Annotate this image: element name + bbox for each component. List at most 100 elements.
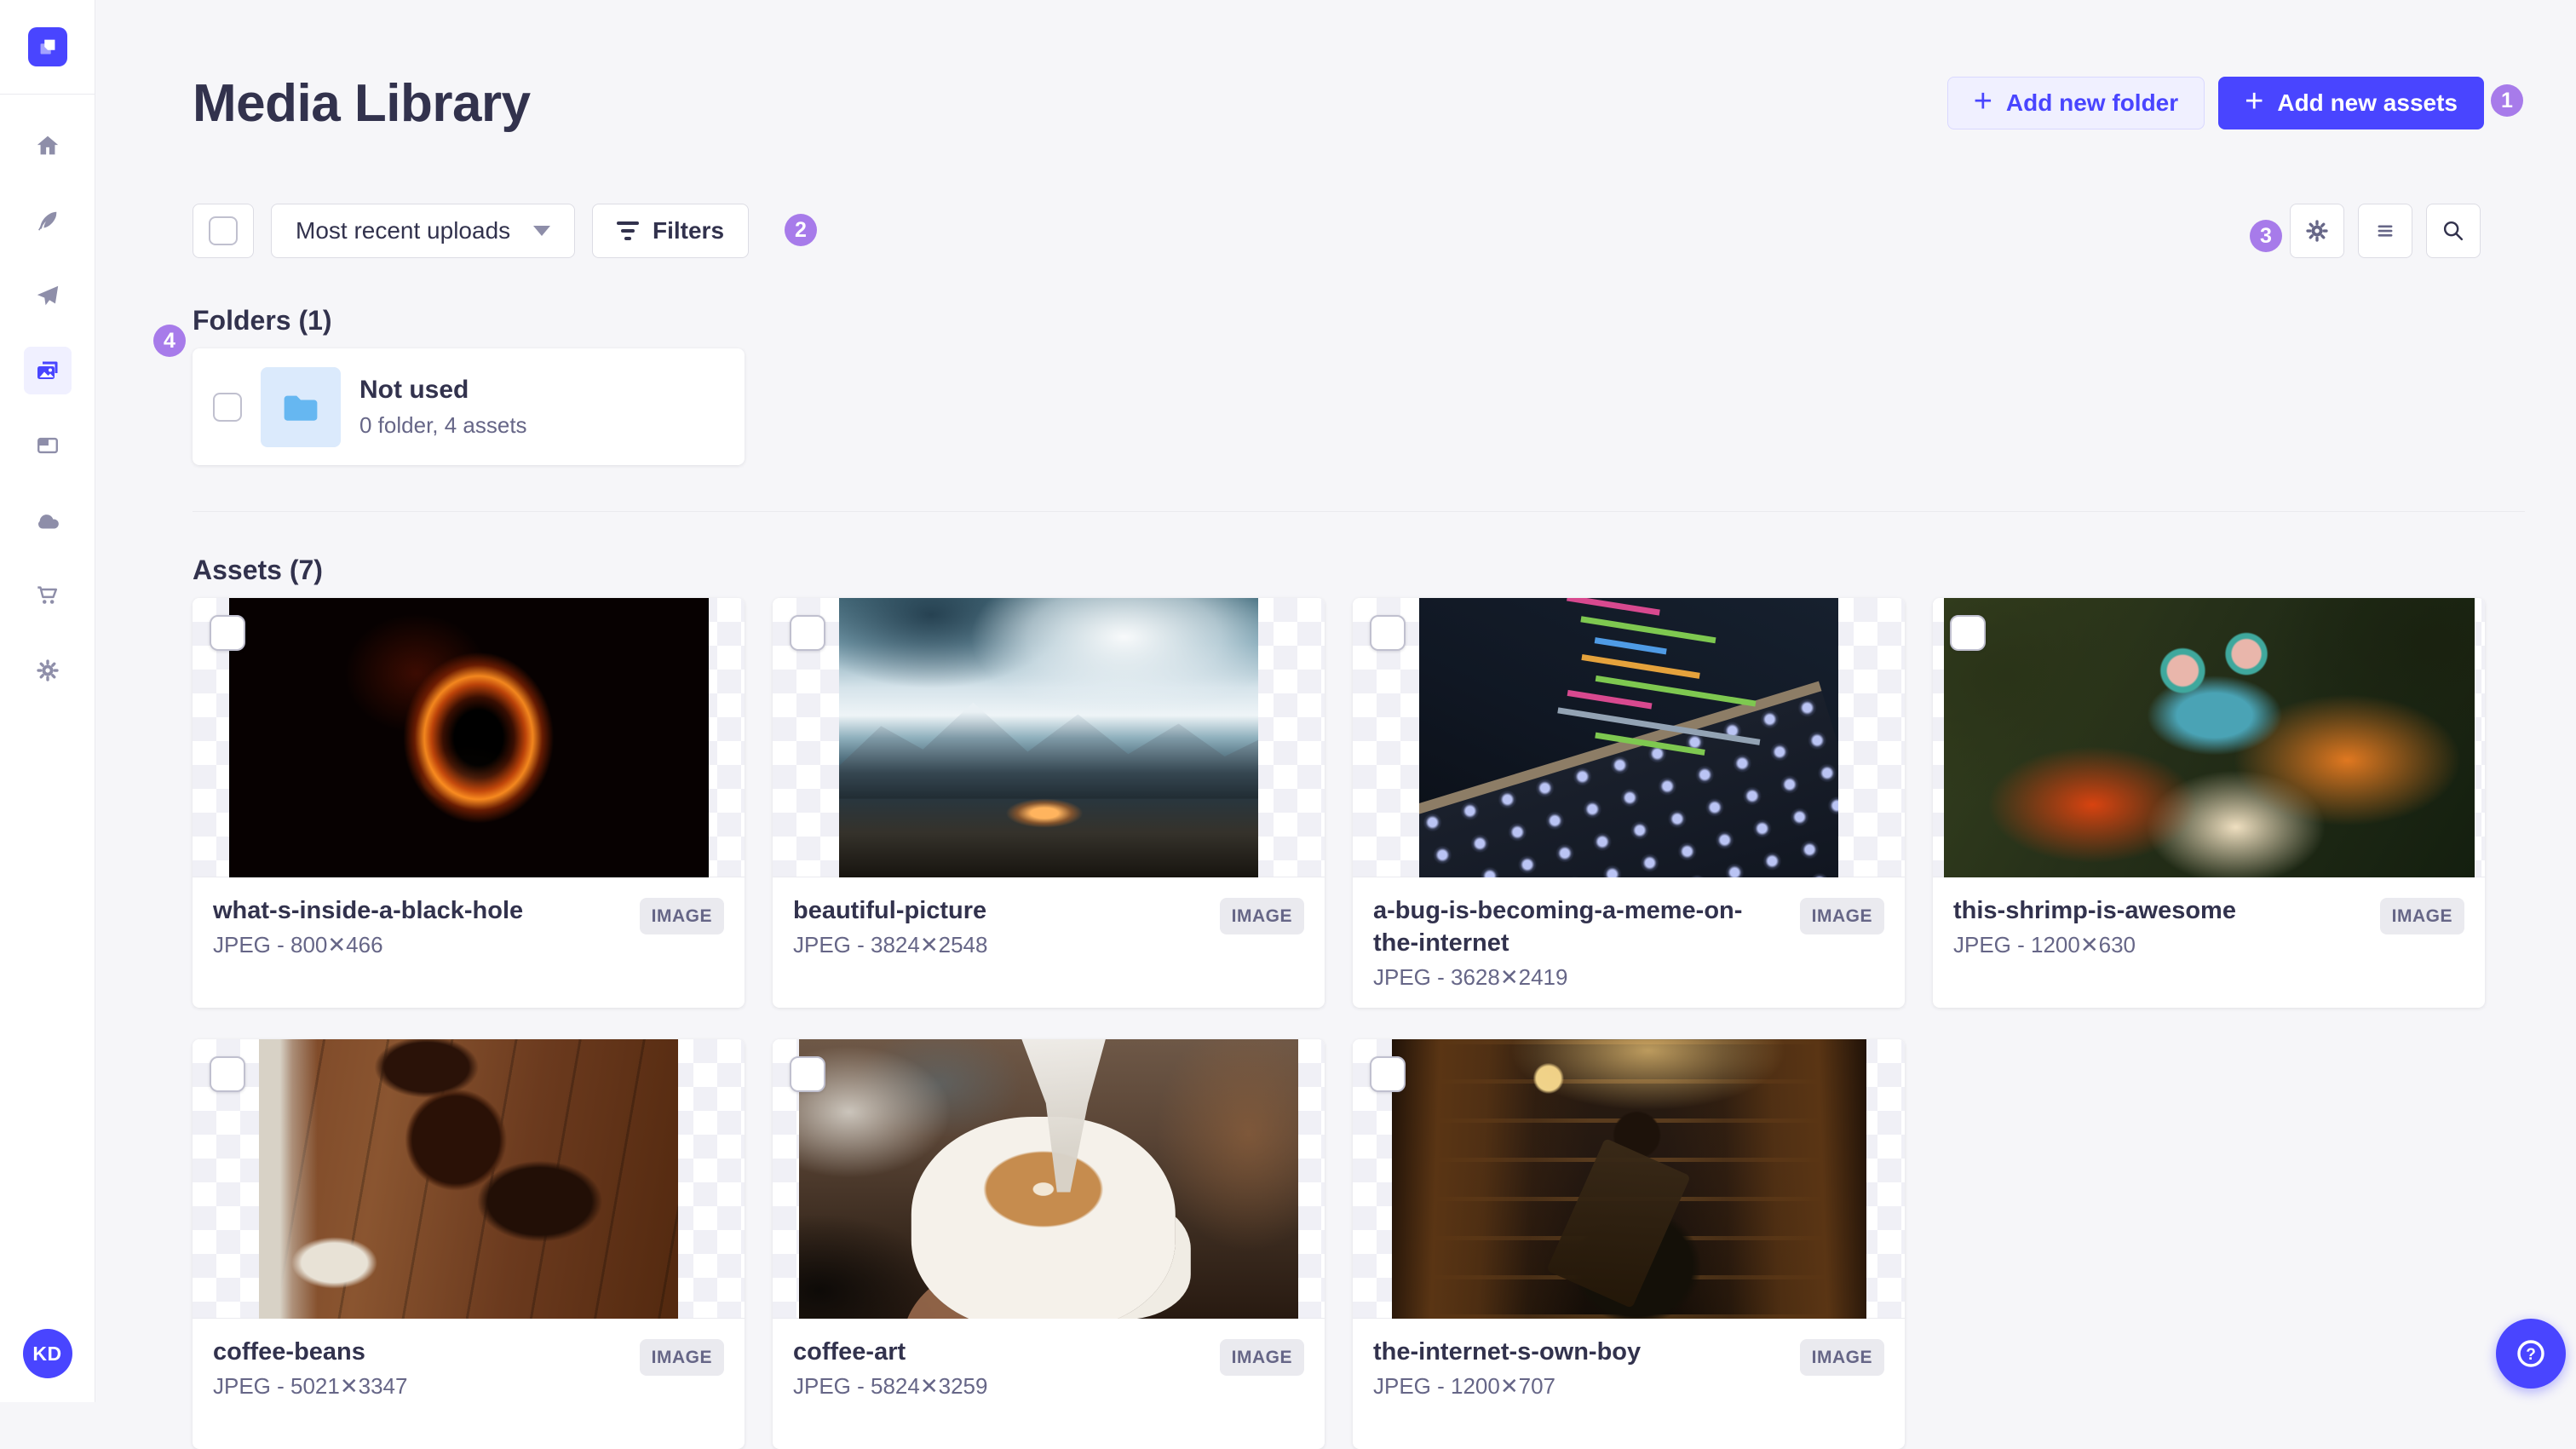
cart-icon xyxy=(37,586,57,604)
sidebar-divider xyxy=(0,94,95,95)
asset-image-latte xyxy=(799,1039,1298,1319)
app-logo[interactable] xyxy=(27,27,67,66)
annotation-step-4: 4 xyxy=(153,325,186,357)
asset-thumbnail xyxy=(1353,1039,1905,1319)
asset-meta: JPEG - 5021✕3347 xyxy=(213,1373,408,1399)
asset-texts: beautiful-picture JPEG - 3824✕2548 xyxy=(793,894,1220,957)
add-new-assets-label: Add new assets xyxy=(2277,89,2458,116)
asset-checkbox[interactable] xyxy=(1370,615,1406,651)
folder-icon xyxy=(284,395,318,421)
asset-image-laptop xyxy=(1419,598,1838,877)
asset-title: this-shrimp-is-awesome xyxy=(1953,897,2236,924)
add-new-folder-button[interactable]: + Add new folder xyxy=(1946,77,2205,129)
asset-title: a-bug-is-becoming-a-meme-on-the-internet xyxy=(1373,897,1743,957)
asset-checkbox[interactable] xyxy=(790,1056,825,1092)
folder-card[interactable]: Not used 0 folder, 4 assets xyxy=(193,348,745,465)
asset-type-badge: IMAGE xyxy=(1799,1339,1884,1376)
layout-icon xyxy=(37,437,58,454)
folder-name: Not used xyxy=(359,375,469,404)
asset-meta: JPEG - 1200✕630 xyxy=(1953,932,2136,957)
asset-card[interactable]: a-bug-is-becoming-a-meme-on-the-internet… xyxy=(1353,598,1905,1008)
toolbar-left: Most recent uploads Filters xyxy=(193,204,750,258)
asset-card-body: the-internet-s-own-boy JPEG - 1200✕707 IMA… xyxy=(1353,1319,1905,1449)
asset-thumbnail xyxy=(1933,598,2485,877)
filters-label: Filters xyxy=(653,217,725,244)
page-title: Media Library xyxy=(193,73,531,133)
asset-image-library xyxy=(1391,1039,1866,1319)
asset-meta: JPEG - 800✕466 xyxy=(213,932,383,957)
asset-title: beautiful-picture xyxy=(793,897,987,924)
sort-select[interactable]: Most recent uploads xyxy=(271,204,575,258)
annotation-step-3: 3 xyxy=(2250,220,2282,252)
paper-plane-icon xyxy=(37,285,58,306)
pictures-icon xyxy=(37,361,57,379)
asset-card-body: beautiful-picture JPEG - 3824✕2548 IMAGE xyxy=(773,877,1325,1008)
folder-checkbox[interactable] xyxy=(213,392,242,422)
chevron-down-icon xyxy=(533,226,550,236)
folder-tile xyxy=(261,366,341,447)
asset-card-body: coffee-art JPEG - 5824✕3259 IMAGE xyxy=(773,1319,1325,1449)
add-new-assets-button[interactable]: + Add new assets xyxy=(2218,77,2484,129)
asset-meta: JPEG - 5824✕3259 xyxy=(793,1373,988,1399)
toolbar: Most recent uploads Filters xyxy=(193,204,2525,258)
asset-texts: coffee-beans JPEG - 5021✕3347 xyxy=(213,1336,640,1399)
sidebar-item-home[interactable] xyxy=(24,122,72,170)
folders-heading: Folders (1) xyxy=(193,305,332,336)
asset-image-shrimp xyxy=(1943,598,2475,877)
asset-image-beans xyxy=(259,1039,678,1319)
sidebar-item-purchases[interactable] xyxy=(24,572,72,619)
svg-text:?: ? xyxy=(2526,1346,2536,1364)
asset-title: the-internet-s-own-boy xyxy=(1373,1338,1642,1366)
list-view-button[interactable] xyxy=(2358,204,2412,258)
asset-checkbox[interactable] xyxy=(210,1056,245,1092)
asset-meta: JPEG - 3628✕2419 xyxy=(1373,964,1568,990)
asset-checkbox[interactable] xyxy=(210,615,245,651)
help-button[interactable]: ? xyxy=(2496,1319,2566,1389)
asset-card-body: what-s-inside-a-black-hole JPEG - 800✕466… xyxy=(193,877,745,1008)
asset-title: what-s-inside-a-black-hole xyxy=(213,897,524,924)
question-mark-icon: ? xyxy=(2517,1340,2544,1367)
sidebar-item-cloud[interactable] xyxy=(24,497,72,544)
filters-button[interactable]: Filters xyxy=(592,204,750,258)
section-divider xyxy=(193,511,2525,512)
folder-texts: Not used 0 folder, 4 assets xyxy=(359,376,527,439)
gear-icon xyxy=(36,659,59,681)
asset-card-body: coffee-beans JPEG - 5021✕3347 IMAGE xyxy=(193,1319,745,1449)
gear-icon xyxy=(2306,220,2328,242)
asset-card[interactable]: this-shrimp-is-awesome JPEG - 1200✕630 IMA… xyxy=(1933,598,2485,1008)
cloud-icon xyxy=(37,515,59,529)
asset-card[interactable]: coffee-beans JPEG - 5021✕3347 IMAGE xyxy=(193,1039,745,1449)
asset-texts: coffee-art JPEG - 5824✕3259 xyxy=(793,1336,1220,1399)
asset-card-body: this-shrimp-is-awesome JPEG - 1200✕630 IMA… xyxy=(1933,877,2485,1008)
asset-checkbox[interactable] xyxy=(1370,1056,1406,1092)
select-all-checkbox[interactable] xyxy=(193,204,254,258)
asset-thumbnail xyxy=(193,1039,745,1319)
sidebar-item-settings[interactable] xyxy=(24,647,72,694)
asset-type-badge: IMAGE xyxy=(1219,898,1304,934)
sort-select-value: Most recent uploads xyxy=(296,217,511,244)
asset-thumbnail xyxy=(193,598,745,877)
asset-thumbnail xyxy=(773,598,1325,877)
search-button[interactable] xyxy=(2426,204,2481,258)
asset-card[interactable]: what-s-inside-a-black-hole JPEG - 800✕466… xyxy=(193,598,745,1008)
sidebar-item-media-library[interactable] xyxy=(23,347,72,394)
asset-card[interactable]: the-internet-s-own-boy JPEG - 1200✕707 IMA… xyxy=(1353,1039,1905,1449)
asset-meta: JPEG - 1200✕707 xyxy=(1373,1373,1556,1399)
sidebar-item-content-manager[interactable] xyxy=(24,197,72,244)
asset-texts: a-bug-is-becoming-a-meme-on-the-internet… xyxy=(1373,894,1800,990)
asset-thumbnail xyxy=(773,1039,1325,1319)
asset-checkbox[interactable] xyxy=(790,615,825,651)
sidebar-nav xyxy=(23,122,72,694)
asset-card[interactable]: coffee-art JPEG - 5824✕3259 IMAGE xyxy=(773,1039,1325,1449)
asset-card-body: a-bug-is-becoming-a-meme-on-the-internet… xyxy=(1353,877,1905,1008)
page-header: Media Library + Add new folder + Add new… xyxy=(193,73,2525,133)
asset-card[interactable]: beautiful-picture JPEG - 3824✕2548 IMAGE xyxy=(773,598,1325,1008)
user-avatar[interactable]: KD xyxy=(22,1329,72,1378)
configure-view-button[interactable] xyxy=(2290,204,2344,258)
search-icon xyxy=(2443,221,2464,241)
sidebar-item-layouts[interactable] xyxy=(24,422,72,469)
asset-checkbox[interactable] xyxy=(1950,615,1986,651)
sidebar-item-releases[interactable] xyxy=(24,272,72,319)
asset-type-badge: IMAGE xyxy=(2379,898,2464,934)
assets-heading: Assets (7) xyxy=(193,555,323,585)
